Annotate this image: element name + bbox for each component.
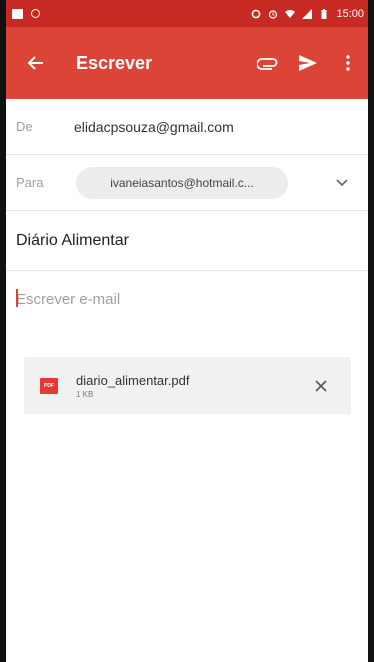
attachment-name: diario_alimentar.pdf	[76, 372, 190, 388]
body-field[interactable]	[16, 287, 346, 311]
send-icon	[299, 55, 317, 71]
from-label: De	[16, 119, 33, 134]
arrow-back-icon	[27, 56, 43, 70]
pdf-icon: PDF	[40, 377, 58, 394]
data-saver-icon	[252, 9, 261, 18]
to-label: Para	[16, 175, 44, 190]
attachment-size: 1 KB	[76, 389, 94, 399]
send-button[interactable]	[288, 41, 328, 85]
circle-icon	[31, 9, 40, 18]
from-row: De elidacpsouza@gmail.com	[6, 99, 368, 155]
from-account[interactable]: elidacpsouza@gmail.com	[74, 119, 234, 135]
page-title: Escrever	[76, 52, 153, 73]
app-bar: Escrever	[6, 27, 368, 99]
subject-field[interactable]: Diário Alimentar	[6, 232, 129, 250]
to-row: Para ivaneiasantos@hotmail.c...	[6, 155, 368, 211]
attach-button[interactable]	[248, 41, 288, 85]
attachment-card[interactable]: PDF diario_alimentar.pdf 1 KB	[24, 357, 351, 414]
back-button[interactable]	[14, 41, 58, 85]
more-options-button[interactable]	[328, 41, 368, 85]
expand-recipients-button[interactable]	[330, 171, 354, 195]
status-time: 15:00	[336, 7, 364, 20]
signal-icon	[302, 8, 313, 19]
text-cursor	[16, 289, 18, 307]
remove-attachment-button[interactable]	[309, 374, 333, 398]
more-vert-icon	[346, 55, 350, 71]
chevron-down-icon	[336, 178, 348, 186]
image-icon	[12, 8, 23, 19]
battery-icon	[321, 8, 327, 19]
status-bar: 15:00	[6, 0, 368, 27]
alarm-icon	[269, 9, 278, 19]
recipient-chip[interactable]: ivaneiasantos@hotmail.c...	[76, 166, 288, 199]
paperclip-icon	[257, 58, 278, 70]
subject-row[interactable]: Diário Alimentar	[6, 211, 368, 271]
close-icon	[315, 379, 327, 392]
wifi-icon	[285, 9, 296, 18]
